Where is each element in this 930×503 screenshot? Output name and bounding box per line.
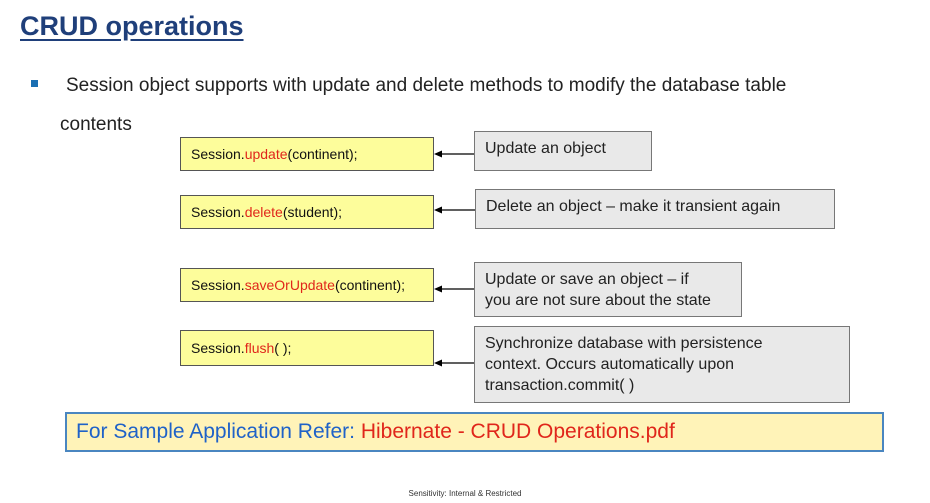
reference-label: For Sample Application Refer: bbox=[76, 420, 361, 443]
reference-file-link[interactable]: Hibernate - CRUD Operations.pdf bbox=[361, 420, 675, 443]
reference-banner: For Sample Application Refer: Hibernate … bbox=[65, 412, 884, 452]
sensitivity-footer: Sensitivity: Internal & Restricted bbox=[408, 489, 522, 498]
